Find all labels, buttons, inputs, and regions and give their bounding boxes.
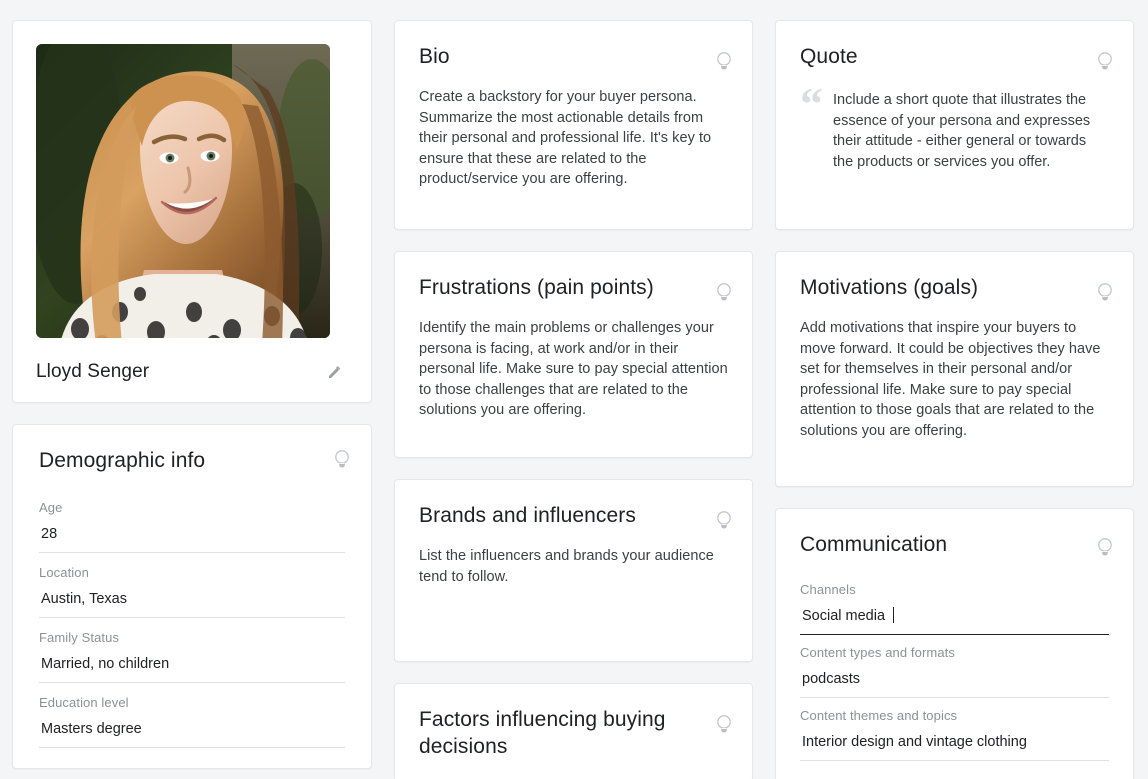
communication-card: Communication Channels Social media Cont…: [775, 508, 1134, 779]
persona-board: Lloyd Senger Demographic info Age 28 Loc…: [0, 0, 1148, 779]
text-cursor: [893, 607, 895, 624]
card-description[interactable]: List the influencers and brands your aud…: [419, 546, 728, 587]
persona-name-row: Lloyd Senger: [36, 361, 348, 383]
card-description[interactable]: Identify the main problems or challenges…: [419, 318, 728, 421]
persona-name[interactable]: Lloyd Senger: [36, 361, 149, 383]
field-label: Education level: [39, 695, 129, 711]
channels-input-text: Social media: [802, 608, 890, 625]
family-status-input[interactable]: Married, no children: [39, 647, 345, 684]
lightbulb-icon[interactable]: [715, 714, 733, 734]
field-content-types: Content types and formats podcasts: [800, 635, 1109, 699]
field-label: Content types and formats: [800, 645, 955, 661]
column-middle: Bio Create a backstory for your buyer pe…: [394, 20, 753, 779]
content-types-input[interactable]: podcasts: [800, 662, 1109, 699]
demographic-info-card: Demographic info Age 28 Location Austin,…: [12, 424, 372, 769]
card-title: Demographic info: [39, 449, 206, 472]
lightbulb-icon[interactable]: [333, 449, 351, 469]
education-level-input[interactable]: Masters degree: [39, 712, 345, 749]
field-age: Age 28: [39, 488, 345, 554]
card-description[interactable]: Include a short quote that illustrates t…: [833, 87, 1109, 172]
field-label: Age: [39, 500, 63, 516]
field-family-status: Family Status Married, no children: [39, 618, 345, 684]
card-title: Factors influencing buying decisions: [419, 708, 666, 759]
card-description[interactable]: Add motivations that inspire your buyers…: [800, 318, 1109, 441]
quote-body: “ Include a short quote that illustrates…: [800, 78, 1109, 172]
lightbulb-icon[interactable]: [715, 51, 733, 71]
field-content-themes: Content themes and topics Interior desig…: [800, 698, 1109, 762]
quote-card: Quote “ Include a short quote that illus…: [775, 20, 1134, 230]
lightbulb-icon[interactable]: [715, 510, 733, 530]
field-label: Channels: [800, 582, 856, 598]
card-title: Frustrations (pain points): [419, 276, 654, 299]
field-label: Location: [39, 565, 89, 581]
card-title: Bio: [419, 45, 450, 68]
persona-portrait-image[interactable]: [36, 44, 330, 338]
pencil-icon[interactable]: [324, 361, 346, 383]
persona-photo-card: Lloyd Senger: [12, 20, 372, 403]
lightbulb-icon[interactable]: [1096, 537, 1114, 557]
communication-fields: Channels Social media Content types and …: [800, 572, 1109, 762]
field-education-level: Education level Masters degree: [39, 683, 345, 749]
factors-influencing-buying-decisions-card: Factors influencing buying decisions: [394, 683, 753, 779]
column-right: Quote “ Include a short quote that illus…: [775, 20, 1134, 779]
channels-input[interactable]: Social media: [800, 599, 1109, 636]
field-location: Location Austin, Texas: [39, 553, 345, 619]
card-description[interactable]: Create a backstory for your buyer person…: [419, 87, 728, 190]
quotation-mark-icon: “: [800, 78, 823, 130]
content-themes-input[interactable]: Interior design and vintage clothing: [800, 725, 1109, 762]
field-label: Content themes and topics: [800, 708, 958, 724]
column-left: Lloyd Senger Demographic info Age 28 Loc…: [12, 20, 372, 769]
lightbulb-icon[interactable]: [1096, 51, 1114, 71]
age-input[interactable]: 28: [39, 517, 345, 554]
card-title: Communication: [800, 533, 948, 556]
bio-card: Bio Create a backstory for your buyer pe…: [394, 20, 753, 230]
lightbulb-icon[interactable]: [1096, 282, 1114, 302]
motivations-card: Motivations (goals) Add motivations that…: [775, 251, 1134, 487]
demographic-fields: Age 28 Location Austin, Texas Family Sta…: [39, 488, 345, 749]
location-input[interactable]: Austin, Texas: [39, 582, 345, 619]
frustrations-card: Frustrations (pain points) Identify the …: [394, 251, 753, 458]
field-channels: Channels Social media: [800, 572, 1109, 636]
brands-and-influencers-card: Brands and influencers List the influenc…: [394, 479, 753, 662]
card-title: Brands and influencers: [419, 504, 636, 527]
lightbulb-icon[interactable]: [715, 282, 733, 302]
field-label: Family Status: [39, 630, 120, 646]
card-title: Motivations (goals): [800, 276, 979, 299]
card-title: Quote: [800, 45, 858, 68]
